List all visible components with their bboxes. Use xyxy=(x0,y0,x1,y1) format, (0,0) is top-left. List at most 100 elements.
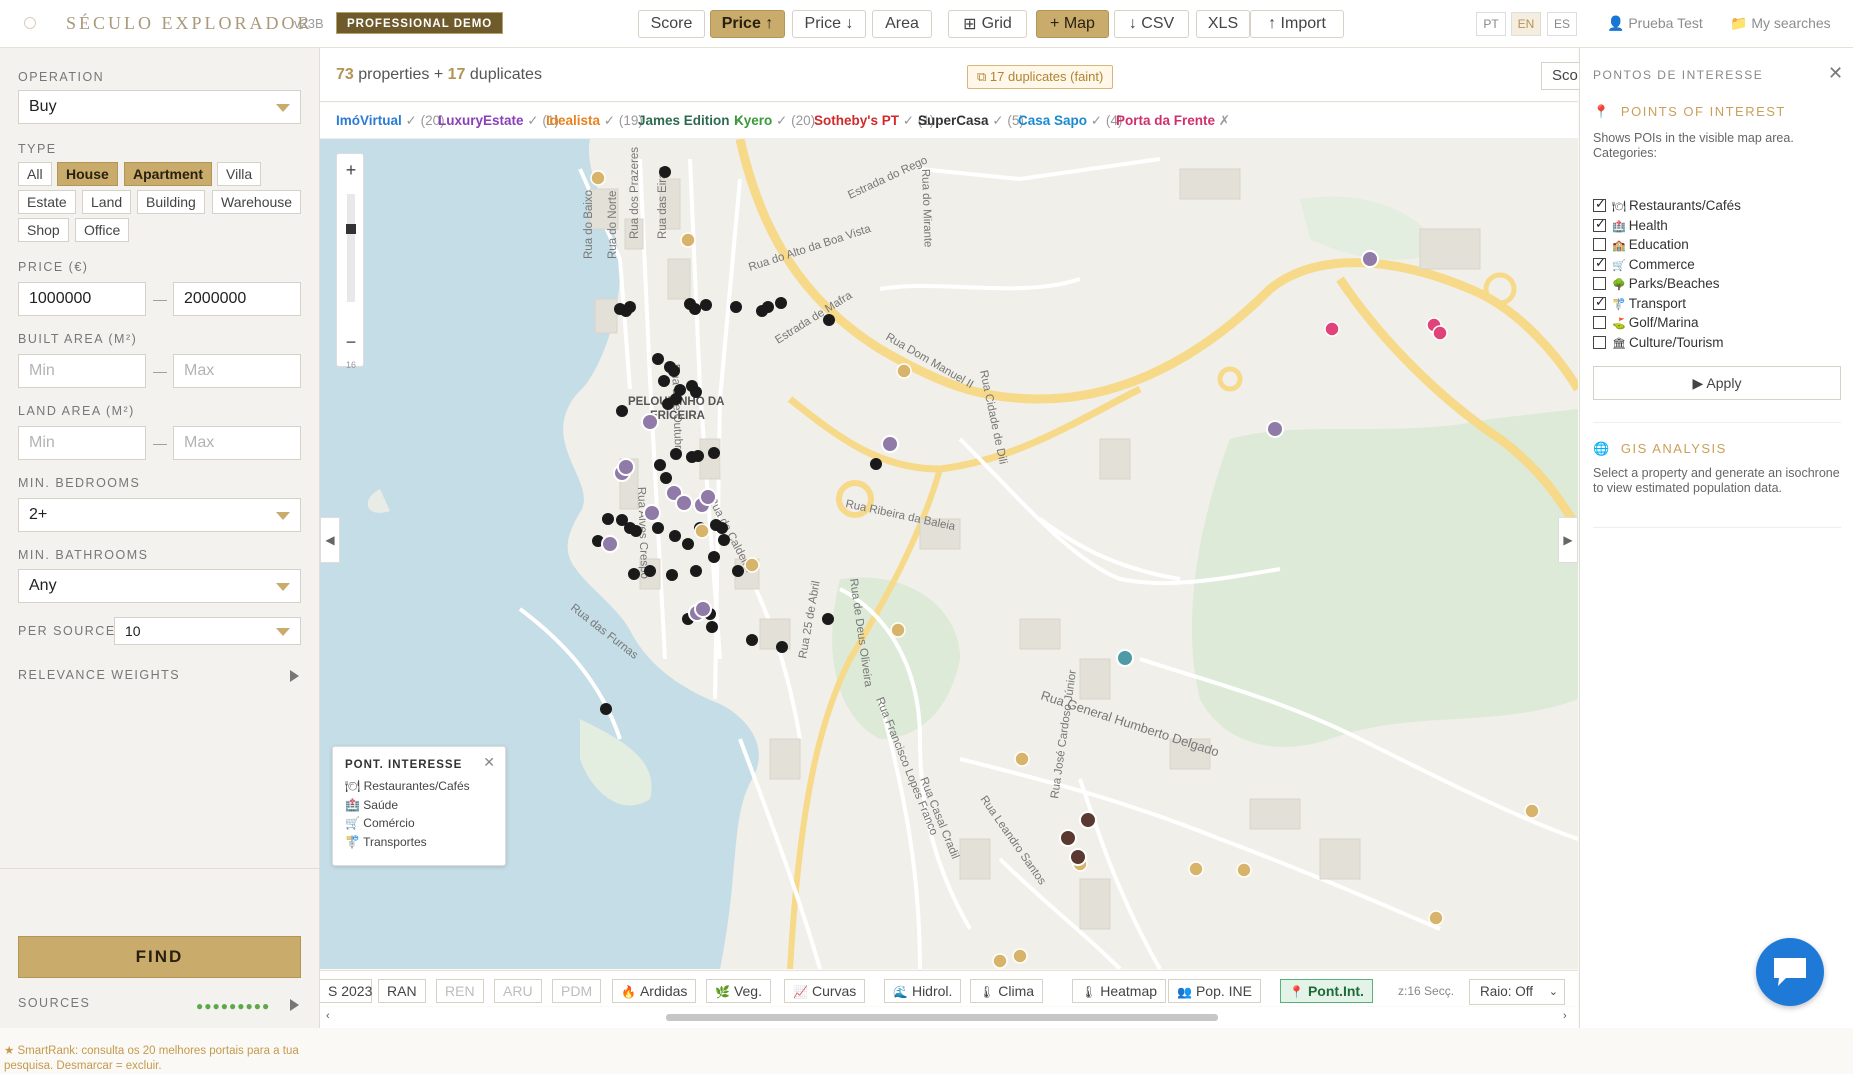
restaurant-marker[interactable] xyxy=(666,569,678,581)
checkbox[interactable] xyxy=(1593,277,1606,290)
layer-aru[interactable]: ARU xyxy=(494,979,542,1003)
transport-marker[interactable] xyxy=(1324,321,1340,337)
property-marker[interactable] xyxy=(1236,862,1252,878)
restaurant-marker[interactable] xyxy=(652,522,664,534)
restaurant-marker[interactable] xyxy=(670,448,682,460)
layer-heatmap[interactable]: 🌡 Heatmap xyxy=(1072,979,1167,1003)
property-marker[interactable] xyxy=(890,622,906,638)
health-marker[interactable] xyxy=(641,413,659,431)
horizontal-scrollbar[interactable]: ‹ › xyxy=(320,1007,1578,1028)
restaurant-marker[interactable] xyxy=(706,621,718,633)
poi-category-restaurants-caf-s[interactable]: 🍽 Restaurants/Cafés xyxy=(1593,196,1741,213)
selected-property-marker[interactable] xyxy=(1116,649,1134,667)
user-menu[interactable]: 👤 Prueba Test xyxy=(1607,15,1703,32)
layer-cos-2023[interactable]: S 2023 xyxy=(320,979,372,1003)
restaurant-marker[interactable] xyxy=(776,641,788,653)
restaurant-marker[interactable] xyxy=(762,301,774,313)
restaurant-marker[interactable] xyxy=(775,297,787,309)
layer-hydrology[interactable]: 🌊 Hidrol. xyxy=(884,979,962,1003)
restaurant-marker[interactable] xyxy=(686,451,698,463)
type-chip-villa[interactable]: Villa xyxy=(217,162,262,186)
health-marker[interactable] xyxy=(1361,250,1379,268)
layer-population[interactable]: 👥 Pop. INE xyxy=(1168,979,1261,1003)
property-marker[interactable] xyxy=(896,363,912,379)
restaurant-marker[interactable] xyxy=(822,613,834,625)
health-marker[interactable] xyxy=(699,488,717,506)
poi-category-parks-beaches[interactable]: 🌳 Parks/Beaches xyxy=(1593,276,1720,291)
checkbox[interactable] xyxy=(1593,316,1606,329)
transport-marker[interactable] xyxy=(1432,325,1448,341)
scroll-left-icon[interactable]: ‹ xyxy=(326,1010,330,1022)
zoom-slider-thumb[interactable] xyxy=(346,224,356,234)
source-filter-idealista[interactable]: Idealista ✓ (19) xyxy=(546,113,643,129)
restaurant-marker[interactable] xyxy=(652,353,664,365)
scroll-right-icon[interactable]: › xyxy=(1563,1010,1567,1022)
property-marker[interactable] xyxy=(992,953,1008,969)
source-filter-james-edition[interactable]: James Edition ✓ xyxy=(638,113,745,129)
bathrooms-select[interactable]: Any xyxy=(18,569,301,603)
property-marker[interactable] xyxy=(1428,910,1444,926)
land-area-max-input[interactable]: Max xyxy=(173,426,301,460)
zoom-in-button[interactable]: + xyxy=(337,160,365,181)
layer-ren[interactable]: REN xyxy=(436,979,484,1003)
lang-es-button[interactable]: ES xyxy=(1547,12,1577,36)
restaurant-marker[interactable] xyxy=(628,568,640,580)
restaurant-marker[interactable] xyxy=(690,565,702,577)
poi-category-golf-marina[interactable]: ⛳ Golf/Marina xyxy=(1593,315,1699,330)
restaurant-marker[interactable] xyxy=(700,299,712,311)
restaurant-marker[interactable] xyxy=(708,447,720,459)
restaurant-marker[interactable] xyxy=(730,301,742,313)
operation-select[interactable]: Buy xyxy=(18,90,301,124)
restaurant-marker[interactable] xyxy=(659,166,671,178)
commerce-marker[interactable] xyxy=(1069,848,1087,866)
checkbox[interactable] xyxy=(1593,335,1606,349)
apply-button[interactable]: ▶ Apply xyxy=(1593,366,1841,400)
layer-contours[interactable]: 📈 Curvas xyxy=(784,979,866,1003)
source-filter-porta-da-frente[interactable]: Porta da Frente ✗ xyxy=(1116,113,1230,129)
close-icon[interactable]: ✕ xyxy=(1828,63,1843,84)
restaurant-marker[interactable] xyxy=(669,530,681,542)
restaurant-marker[interactable] xyxy=(654,459,666,471)
restaurant-marker[interactable] xyxy=(689,303,701,315)
type-chip-office[interactable]: Office xyxy=(75,218,130,242)
bedrooms-select[interactable]: 2+ xyxy=(18,498,301,532)
sort-area-button[interactable]: Area xyxy=(872,10,932,38)
chevron-right-icon[interactable] xyxy=(290,670,299,682)
collapse-left-button[interactable]: ◀ xyxy=(320,517,340,563)
poi-category-health[interactable]: 🏥 Health xyxy=(1593,216,1668,233)
source-filter-luxuryestate[interactable]: LuxuryEstate ✓ (1) xyxy=(438,113,559,129)
type-chip-warehouse[interactable]: Warehouse xyxy=(212,190,302,214)
export-xls-button[interactable]: XLS xyxy=(1196,10,1250,38)
duplicates-toggle[interactable]: ⧉ 17 duplicates (faint) xyxy=(967,65,1114,89)
per-source-select[interactable]: 10 xyxy=(114,617,301,645)
type-chip-house[interactable]: House xyxy=(57,162,118,186)
chevron-right-icon[interactable] xyxy=(290,999,299,1011)
health-marker[interactable] xyxy=(601,535,619,553)
property-marker[interactable] xyxy=(1012,948,1028,964)
type-chip-apartment[interactable]: Apartment xyxy=(124,162,213,186)
source-filter-casa-sapo[interactable]: Casa Sapo ✓ (4) xyxy=(1018,113,1122,129)
restaurant-marker[interactable] xyxy=(718,534,730,546)
layer-poi[interactable]: 📍 Pont.Int. xyxy=(1280,979,1373,1003)
property-marker[interactable] xyxy=(590,170,606,186)
type-chip-shop[interactable]: Shop xyxy=(18,218,69,242)
built-area-max-input[interactable]: Max xyxy=(173,354,301,388)
health-marker[interactable] xyxy=(1266,420,1284,438)
restaurant-marker[interactable] xyxy=(746,634,758,646)
checkbox[interactable] xyxy=(1593,216,1606,232)
source-filter-im-virtual[interactable]: ImóVirtual ✓ (20) xyxy=(336,113,445,129)
restaurant-marker[interactable] xyxy=(682,538,694,550)
checkbox[interactable] xyxy=(1593,196,1606,212)
restaurant-marker[interactable] xyxy=(616,405,628,417)
property-marker[interactable] xyxy=(1014,751,1030,767)
property-marker[interactable] xyxy=(1524,803,1540,819)
restaurant-marker[interactable] xyxy=(644,565,656,577)
poi-category-transport[interactable]: 🚏 Transport xyxy=(1593,294,1686,311)
close-icon[interactable]: ✕ xyxy=(483,754,495,771)
layer-ran[interactable]: RAN xyxy=(378,979,426,1003)
restaurant-marker[interactable] xyxy=(708,551,720,563)
restaurant-marker[interactable] xyxy=(670,393,682,405)
restaurant-marker[interactable] xyxy=(658,375,670,387)
type-chip-estate[interactable]: Estate xyxy=(18,190,76,214)
restaurant-marker[interactable] xyxy=(602,513,614,525)
